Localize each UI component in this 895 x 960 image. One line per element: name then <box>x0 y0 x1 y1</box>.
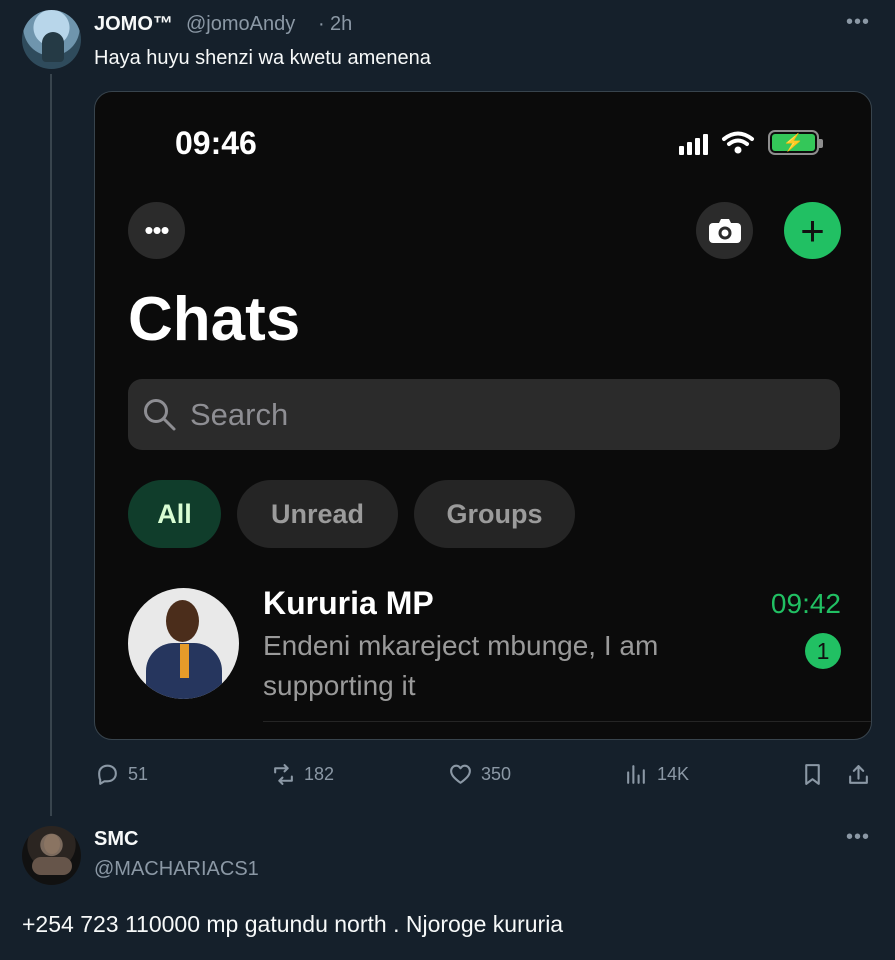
search-icon <box>144 399 176 431</box>
whatsapp-screenshot[interactable]: 09:46 ⚡ ••• + Chats Search All Unread Gr… <box>94 91 872 740</box>
retweet-icon <box>274 763 293 785</box>
reply-count: 51 <box>128 763 149 784</box>
chat-time: 09:42 <box>770 588 841 619</box>
smc-avatar[interactable] <box>22 826 81 885</box>
like-button[interactable]: 350 <box>448 760 511 788</box>
status-icons: ⚡ <box>679 130 823 155</box>
filter-all[interactable]: All <box>128 480 221 548</box>
filter-unread[interactable]: Unread <box>237 480 398 548</box>
tweet-author-name[interactable]: JOMO™ <box>94 13 173 36</box>
chat-preview[interactable]: Endeni mkareject mbunge, I am supporting… <box>263 626 743 706</box>
heart-icon <box>450 764 471 784</box>
search-bar[interactable]: Search <box>128 379 840 450</box>
share-button[interactable] <box>846 760 871 788</box>
more-horizontal-icon[interactable]: ••• <box>846 11 870 34</box>
tweet-separator-dot: · <box>318 13 325 35</box>
chats-title: Chats <box>128 285 301 354</box>
plus-icon: + <box>800 207 825 254</box>
thread-connector-line <box>50 74 52 816</box>
wifi-icon <box>722 131 754 154</box>
tweet-text: Haya huyu shenzi wa kwetu amenena <box>94 47 431 69</box>
like-count: 350 <box>481 763 512 784</box>
chat-divider <box>263 721 871 722</box>
more-horizontal-icon[interactable]: ••• <box>846 826 870 849</box>
camera-icon <box>708 218 741 243</box>
reply-text: +254 723 110000 mp gatundu north . Njoro… <box>22 911 564 937</box>
tweet-author-handle[interactable]: @jomoAndy <box>186 13 295 36</box>
reply-icon <box>98 764 117 785</box>
battery-charging-icon: ⚡ <box>768 130 823 155</box>
bookmark-icon <box>805 763 820 785</box>
chat-avatar[interactable] <box>128 588 239 699</box>
signal-icon <box>679 131 708 155</box>
views-button[interactable]: 14K <box>624 760 689 788</box>
retweet-button[interactable]: 182 <box>271 760 334 788</box>
reply-author-name[interactable]: SMC <box>94 828 138 851</box>
view-count: 14K <box>657 763 690 784</box>
retweet-count: 182 <box>304 763 335 784</box>
whatsapp-more-button[interactable]: ••• <box>128 202 185 259</box>
search-placeholder: Search <box>190 396 289 432</box>
filter-groups[interactable]: Groups <box>414 480 575 548</box>
share-icon <box>849 764 868 784</box>
jomo-avatar[interactable] <box>22 10 81 69</box>
bookmark-button[interactable] <box>800 760 825 788</box>
views-chart-icon <box>627 764 645 784</box>
status-time: 09:46 <box>175 125 257 161</box>
reply-author-handle[interactable]: @MACHARIACS1 <box>94 858 259 881</box>
tweet-time[interactable]: 2h <box>330 13 352 36</box>
camera-button[interactable] <box>696 202 753 259</box>
chat-name[interactable]: Kururia MP <box>263 585 434 622</box>
unread-count-badge: 1 <box>805 633 841 669</box>
reply-button[interactable]: 51 <box>95 760 148 788</box>
new-chat-button[interactable]: + <box>784 202 841 259</box>
